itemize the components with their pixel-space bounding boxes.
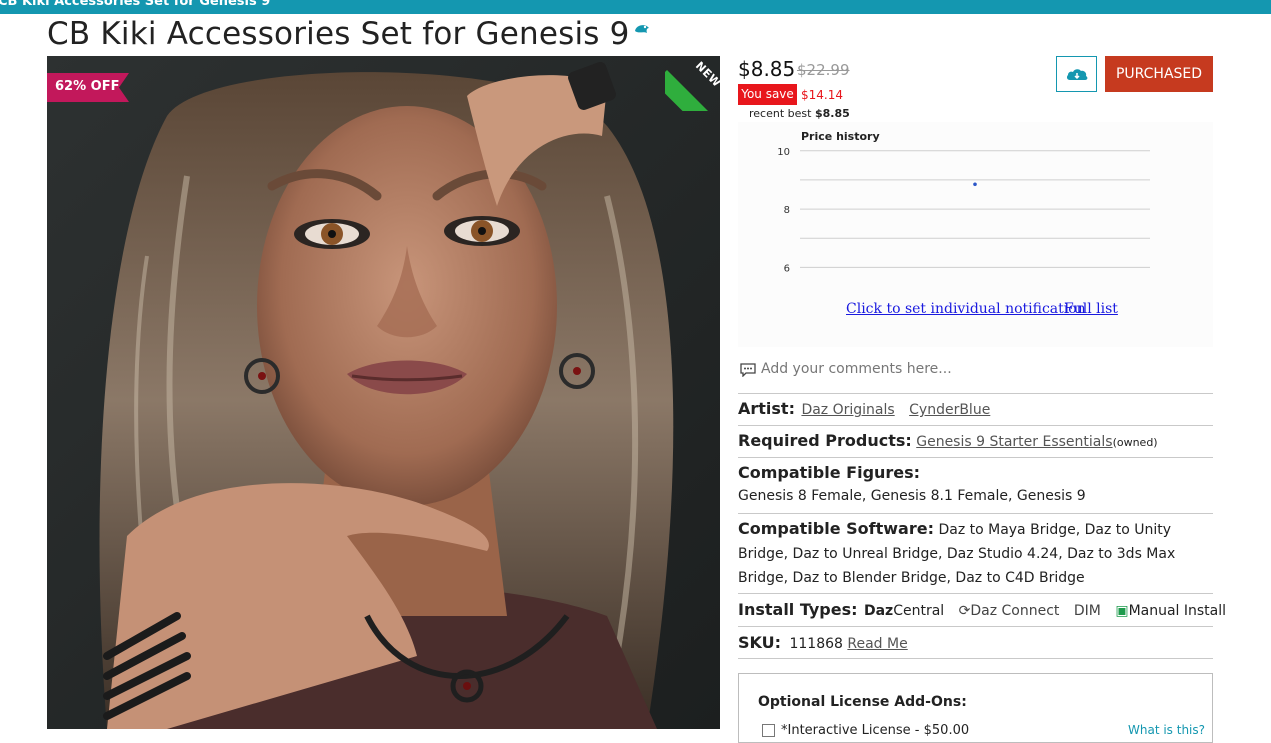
license-addon-checkbox[interactable] xyxy=(762,724,775,737)
artist-link-daz-originals[interactable]: Daz Originals xyxy=(801,402,894,418)
install-dazcentral[interactable]: DazCentral xyxy=(864,603,944,619)
product-image[interactable] xyxy=(47,56,720,729)
install-types-label: Install Types: xyxy=(738,600,858,619)
page-title-text: CB Kiki Accessories Set for Genesis 9 xyxy=(47,16,630,52)
license-addon-label: *Interactive License - $50.00 xyxy=(781,723,970,738)
dazconnect-label: Daz Connect xyxy=(970,603,1060,619)
artist-link-cynderblue[interactable]: CynderBlue xyxy=(909,402,990,418)
current-price: $8.85 xyxy=(738,57,796,81)
chart-y-tick-label: 8 xyxy=(784,205,790,216)
read-me-link[interactable]: Read Me xyxy=(847,636,907,652)
discount-badge: 62% OFF xyxy=(55,79,120,94)
top-banner-text: CB Kiki Accessories Set for Genesis 9 xyxy=(0,0,271,9)
compatible-software-row: Compatible Software: Daz to Maya Bridge,… xyxy=(738,517,1213,590)
divider xyxy=(738,658,1213,659)
license-addons-title: Optional License Add-Ons: xyxy=(758,694,967,710)
divider xyxy=(738,593,1213,594)
purchased-button[interactable]: PURCHASED xyxy=(1105,56,1213,92)
artist-row: Artist: Daz Originals CynderBlue xyxy=(738,399,990,418)
divider xyxy=(738,457,1213,458)
cloud-download-button[interactable] xyxy=(1056,56,1097,92)
full-list-link[interactable]: Full list xyxy=(1064,301,1118,317)
compatible-figures-row: Compatible Figures: Genesis 8 Female, Ge… xyxy=(738,463,1086,504)
manual-install-icon: ▣ xyxy=(1115,603,1129,619)
owned-note: (owned) xyxy=(1112,436,1158,449)
required-products-label: Required Products: xyxy=(738,431,912,450)
compatible-software-label: Compatible Software: xyxy=(738,519,934,538)
original-price: $22.99 xyxy=(797,61,850,79)
artist-label: Artist: xyxy=(738,399,795,418)
you-save-label: You save xyxy=(738,84,797,105)
install-manual[interactable]: ▣Manual Install xyxy=(1115,603,1226,619)
recent-best: recent best $8.85 xyxy=(749,107,850,120)
comment-icon xyxy=(740,363,756,377)
compatible-figures-label: Compatible Figures: xyxy=(738,463,921,482)
you-save-amount: $14.14 xyxy=(801,88,843,102)
divider xyxy=(738,393,1213,394)
divider xyxy=(738,626,1213,627)
sku-row: SKU: 111868 Read Me xyxy=(738,633,908,652)
sku-value: 111868 xyxy=(789,636,843,652)
sku-label: SKU: xyxy=(738,633,782,652)
cloud-download-icon xyxy=(1066,69,1088,80)
top-banner: CB Kiki Accessories Set for Genesis 9 xyxy=(0,0,1271,14)
compatible-figures-value: Genesis 8 Female, Genesis 8.1 Female, Ge… xyxy=(738,488,1086,504)
install-dim[interactable]: DIM xyxy=(1074,603,1101,619)
dazconnect-icon: ⟳ xyxy=(958,603,971,619)
comments-input[interactable]: Add your comments here... xyxy=(761,361,952,377)
recent-best-value: $8.85 xyxy=(814,107,850,120)
manual-install-label: Manual Install xyxy=(1128,603,1227,619)
chart-y-tick-label: 10 xyxy=(777,147,790,158)
price-history-chart: 6 8 10 xyxy=(777,147,1150,274)
recent-best-label: recent best xyxy=(749,107,812,120)
license-addon-item[interactable]: *Interactive License - $50.00 xyxy=(762,723,969,738)
required-product-link[interactable]: Genesis 9 Starter Essentials xyxy=(916,434,1112,450)
install-types-row: Install Types: DazCentral ⟳Daz Connect D… xyxy=(738,600,1226,619)
page-title: CB Kiki Accessories Set for Genesis 9 xyxy=(47,16,651,52)
install-dazconnect[interactable]: ⟳Daz Connect xyxy=(959,603,1060,619)
license-what-is-this-link[interactable]: What is this? xyxy=(1128,723,1205,737)
divider xyxy=(738,425,1213,426)
divider xyxy=(738,513,1213,514)
platform-badge-icon xyxy=(634,25,649,33)
chart-data-point[interactable] xyxy=(973,182,977,187)
new-ribbon: NEW xyxy=(665,56,720,111)
set-notification-link[interactable]: Click to set individual notification xyxy=(846,301,1086,317)
new-ribbon-text: NEW xyxy=(692,59,720,90)
required-products-row: Required Products: Genesis 9 Starter Ess… xyxy=(738,431,1158,450)
chart-y-tick-label: 6 xyxy=(784,263,790,274)
product-portrait-illustration xyxy=(47,56,720,729)
dazcentral-daz: Daz xyxy=(863,603,894,619)
dazcentral-central: Central xyxy=(893,603,945,619)
